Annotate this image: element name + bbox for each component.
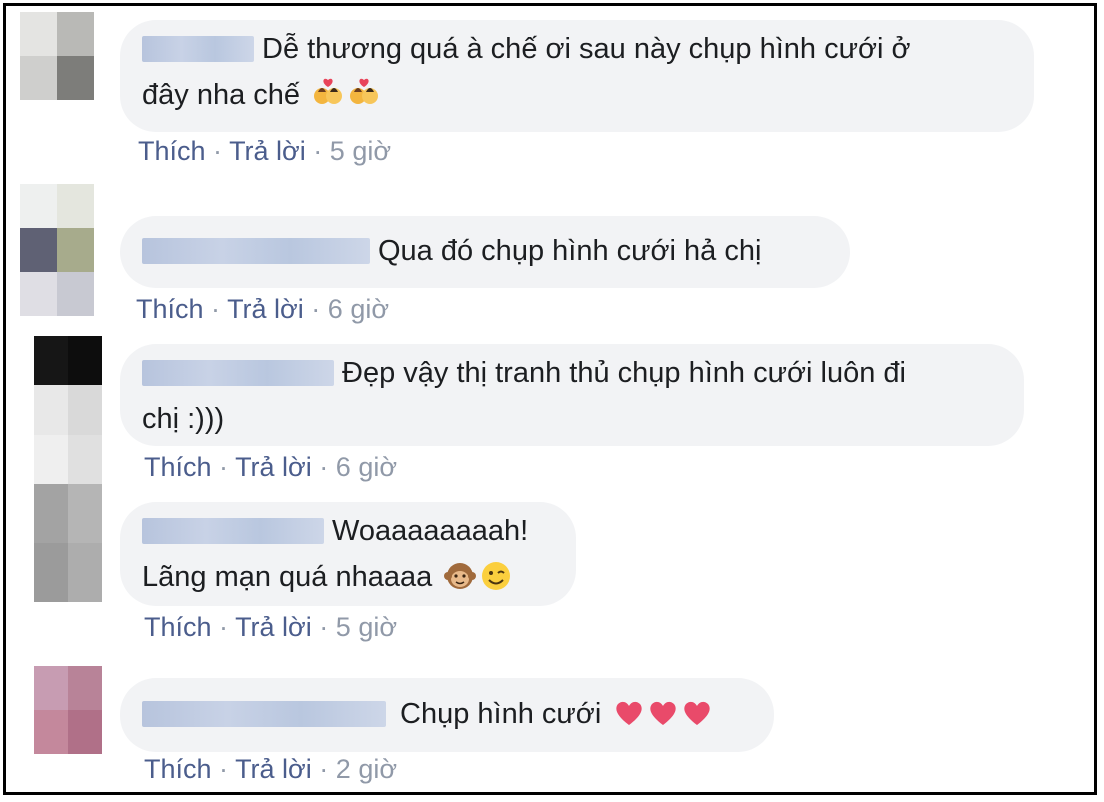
winking-face-emoji <box>482 562 511 590</box>
comment-actions: Thích · Trả lời · 6 giờ <box>144 452 397 483</box>
comment-thread-screenshot: Dễ thương quá à chế ơi sau này chụp hình… <box>3 3 1097 795</box>
comment-text-line1: Qua đó chụp hình cưới hả chị <box>378 235 762 267</box>
timestamp[interactable]: 2 giờ <box>336 754 397 784</box>
separator: · <box>213 136 223 166</box>
avatar-pixel <box>68 336 102 386</box>
avatar-pixel <box>57 12 94 56</box>
like-link[interactable]: Thích <box>144 452 212 482</box>
commenter-name-blurred[interactable] <box>142 360 334 386</box>
comment-bubble: Đẹp vậy thị tranh thủ chụp hình cưới luô… <box>120 344 1024 446</box>
separator: · <box>211 294 221 324</box>
like-link[interactable]: Thích <box>136 294 204 324</box>
avatar-pixel <box>20 228 57 272</box>
avatar-pixel <box>57 272 94 316</box>
avatar-pixel <box>34 484 68 543</box>
avatar-pixel <box>34 710 68 754</box>
like-link[interactable]: Thích <box>144 612 212 642</box>
avatar[interactable] <box>34 336 102 484</box>
reply-link[interactable]: Trả lời <box>235 612 312 642</box>
comment-bubble: Woaaaaaaaah! Lãng mạn quá nhaaaa <box>120 502 576 606</box>
monkey-emoji <box>444 563 477 589</box>
avatar-pixel <box>34 543 68 602</box>
avatar-pixel <box>57 184 94 228</box>
timestamp[interactable]: 5 giờ <box>330 136 391 166</box>
comment-actions: Thích · Trả lời · 5 giờ <box>138 136 391 167</box>
avatar[interactable] <box>34 666 102 754</box>
separator: · <box>319 754 329 784</box>
commenter-name-blurred[interactable] <box>142 238 370 264</box>
separator: · <box>219 452 229 482</box>
separator: · <box>219 754 229 784</box>
avatar-pixel <box>34 666 68 710</box>
like-link[interactable]: Thích <box>144 754 212 784</box>
comment-text-line1: Đẹp vậy thị tranh thủ chụp hình cưới luô… <box>342 357 906 389</box>
avatar-pixel <box>68 666 102 710</box>
reply-link[interactable]: Trả lời <box>227 294 304 324</box>
avatar[interactable] <box>34 484 102 602</box>
avatar[interactable] <box>20 12 94 100</box>
commenter-name-blurred[interactable] <box>142 701 386 727</box>
timestamp[interactable]: 6 giờ <box>336 452 397 482</box>
comment-bubble: Chụp hình cưới <box>120 678 774 752</box>
couple-with-heart-emoji <box>350 78 379 104</box>
avatar-pixel <box>34 385 68 435</box>
separator: · <box>319 612 329 642</box>
red-heart-emoji <box>650 701 676 725</box>
comment-text-line2: Lãng mạn quá nhaaaa <box>142 561 433 593</box>
comment-text-line2: chị :))) <box>142 403 225 435</box>
timestamp[interactable]: 6 giờ <box>328 294 389 324</box>
timestamp[interactable]: 5 giờ <box>336 612 397 642</box>
avatar-pixel <box>68 434 102 484</box>
reply-link[interactable]: Trả lời <box>235 452 312 482</box>
avatar-pixel <box>20 12 57 56</box>
avatar-pixel <box>68 484 102 543</box>
comment-actions: Thích · Trả lời · 2 giờ <box>144 754 397 785</box>
comment-bubble: Qua đó chụp hình cưới hả chị <box>120 216 850 288</box>
avatar-pixel <box>20 56 57 100</box>
avatar-pixel <box>57 56 94 100</box>
commenter-name-blurred[interactable] <box>142 518 324 544</box>
avatar-pixel <box>57 228 94 272</box>
reply-link[interactable]: Trả lời <box>235 754 312 784</box>
comment-text-line1: Woaaaaaaaah! <box>332 515 529 547</box>
comment-text-line1: Dễ thương quá à chế ơi sau này chụp hình… <box>262 33 911 65</box>
separator: · <box>311 294 321 324</box>
commenter-name-blurred[interactable] <box>142 36 254 62</box>
avatar-pixel <box>68 543 102 602</box>
separator: · <box>219 612 229 642</box>
avatar-pixel <box>34 434 68 484</box>
comment-actions: Thích · Trả lời · 6 giờ <box>136 294 389 325</box>
like-link[interactable]: Thích <box>138 136 206 166</box>
reply-link[interactable]: Trả lời <box>229 136 306 166</box>
avatar-pixel <box>68 385 102 435</box>
comment-actions: Thích · Trả lời · 5 giờ <box>144 612 397 643</box>
red-heart-emoji <box>684 701 710 725</box>
comment-bubble: Dễ thương quá à chế ơi sau này chụp hình… <box>120 20 1034 132</box>
avatar-pixel <box>68 710 102 754</box>
comment-text-line2: đây nha chế <box>142 79 301 111</box>
couple-with-heart-emoji <box>314 78 343 104</box>
separator: · <box>313 136 323 166</box>
avatar-pixel <box>20 184 57 228</box>
avatar-pixel <box>20 272 57 316</box>
red-heart-emoji <box>616 701 642 725</box>
separator: · <box>319 452 329 482</box>
avatar[interactable] <box>20 184 94 316</box>
avatar-pixel <box>34 336 68 386</box>
comment-text-line1: Chụp hình cưới <box>400 698 602 730</box>
